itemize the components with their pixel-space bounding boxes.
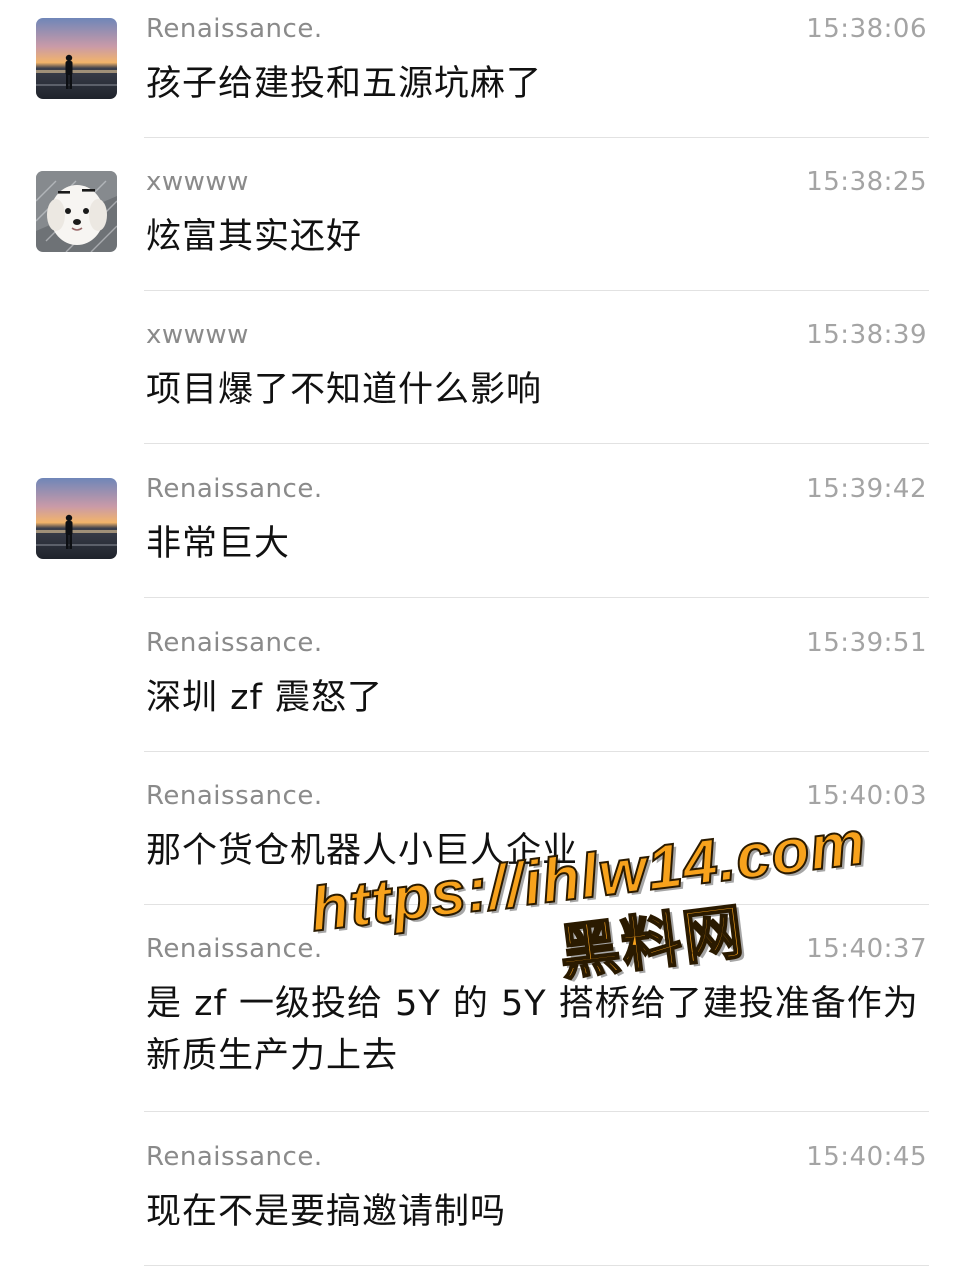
divider — [144, 1111, 929, 1112]
message-text[interactable]: 炫富其实还好 — [146, 211, 936, 263]
message-text[interactable]: 是 zf 一级投给 5Y 的 5Y 搭桥给了建投准备作为新质生产力上去 — [146, 978, 936, 1082]
message-time: 15:40:37 — [806, 934, 927, 964]
sender-name: Renaissance. — [146, 474, 323, 504]
sender-name: Renaissance. — [146, 1142, 323, 1172]
sunset-person-avatar-image — [36, 18, 117, 99]
message-text[interactable]: 项目爆了不知道什么影响 — [146, 364, 936, 416]
sender-name: xwwww — [146, 167, 249, 197]
message-time: 15:39:42 — [806, 474, 927, 504]
message-text[interactable]: 深圳 zf 震怒了 — [146, 672, 936, 724]
white-dog-avatar-image — [36, 171, 117, 252]
message-time: 15:40:45 — [806, 1142, 927, 1172]
avatar[interactable] — [36, 478, 117, 559]
message-text[interactable]: 孩子给建投和五源坑麻了 — [146, 58, 936, 110]
message-time: 15:38:25 — [806, 167, 927, 197]
avatar[interactable] — [36, 18, 117, 99]
divider — [144, 751, 929, 752]
message-time: 15:39:51 — [806, 628, 927, 658]
sender-name: Renaissance. — [146, 934, 323, 964]
chat-message[interactable]: xwwww 15:38:39 项目爆了不知道什么影响 — [0, 306, 965, 444]
message-time: 15:40:03 — [806, 781, 927, 811]
sender-name: Renaissance. — [146, 14, 323, 44]
divider — [144, 597, 929, 598]
avatar[interactable] — [36, 171, 117, 252]
chat-message[interactable]: Renaissance. 15:39:51 深圳 zf 震怒了 — [0, 614, 965, 752]
sender-name: Renaissance. — [146, 781, 323, 811]
divider — [144, 137, 929, 138]
message-text[interactable]: 现在不是要搞邀请制吗 — [146, 1186, 936, 1238]
chat-message[interactable]: Renaissance. 15:39:42 非常巨大 — [0, 460, 965, 598]
sender-name: Renaissance. — [146, 628, 323, 658]
chat-message[interactable]: Renaissance. 15:40:03 那个货仓机器人小巨人企业 — [0, 767, 965, 905]
message-time: 15:38:06 — [806, 14, 927, 44]
sender-name: xwwww — [146, 320, 249, 350]
divider — [144, 443, 929, 444]
chat-message[interactable]: Renaissance. 15:40:45 现在不是要搞邀请制吗 — [0, 1128, 965, 1266]
message-time: 15:38:39 — [806, 320, 927, 350]
divider — [144, 290, 929, 291]
sunset-person-avatar-image — [36, 478, 117, 559]
chat-history-list: Renaissance. 15:38:06 孩子给建投和五源坑麻了 xwwww — [0, 0, 965, 1280]
divider — [144, 1265, 929, 1266]
chat-message[interactable]: Renaissance. 15:38:06 孩子给建投和五源坑麻了 — [0, 0, 965, 138]
chat-message[interactable]: Renaissance. 15:40:37 是 zf 一级投给 5Y 的 5Y … — [0, 920, 965, 1112]
message-text[interactable]: 那个货仓机器人小巨人企业 — [146, 825, 936, 877]
divider — [144, 904, 929, 905]
chat-message[interactable]: xwwww 15:38:25 炫富其实还好 — [0, 153, 965, 291]
message-text[interactable]: 非常巨大 — [146, 518, 936, 570]
